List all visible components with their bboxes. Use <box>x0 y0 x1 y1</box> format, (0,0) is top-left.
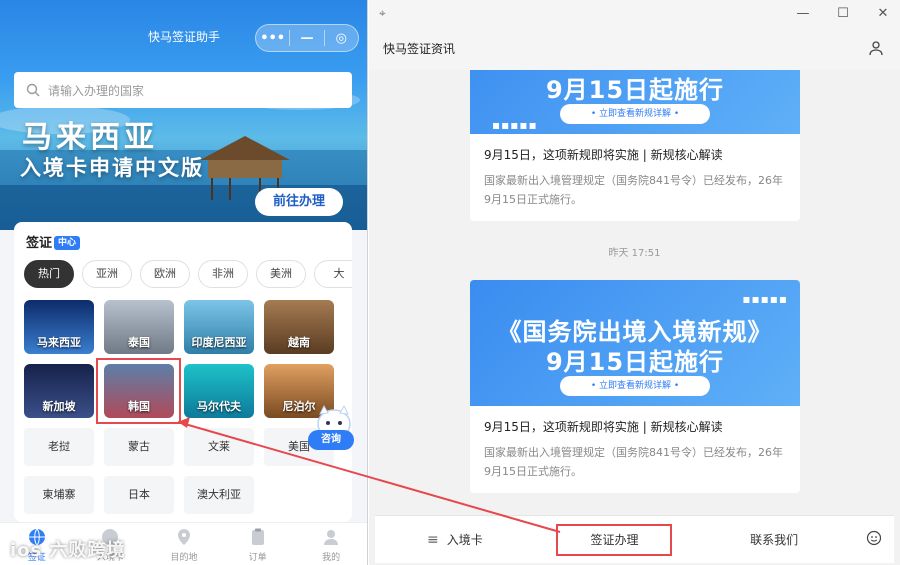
clipboard-icon <box>251 528 264 545</box>
country-tile-indonesia[interactable]: 印度尼西亚 <box>184 300 254 354</box>
search-placeholder: 请输入办理的国家 <box>48 83 145 98</box>
chat-title: 快马签证资讯 <box>383 42 456 56</box>
article-card[interactable]: ▪▪▪▪▪ 《国务院出境入境新规》 9月15日起施行 • 立即查看新规详解 • … <box>470 280 800 493</box>
go-apply-button[interactable]: 前往办理 <box>255 188 343 216</box>
country-label: 泰国 <box>128 336 150 349</box>
tab-label: 目的地 <box>170 553 198 563</box>
tab-mine[interactable]: 我的 <box>294 523 367 565</box>
country-tile-singapore[interactable]: 新加坡 <box>24 364 94 418</box>
banner-subtitle: 入境卡申请中文版 <box>20 155 204 180</box>
highlight-korea <box>96 358 181 424</box>
article-desc: 国家最新出入境管理规定（国务院841号令）已经发布，26年9月15日正式施行。 <box>484 174 783 206</box>
more-button[interactable]: ••• <box>256 31 289 46</box>
chip-oceania[interactable]: 大 <box>314 260 352 288</box>
highlight-visa-menu <box>556 524 672 556</box>
tab-destination[interactable]: 目的地 <box>147 523 221 565</box>
watermark-text: ios 六败跨境 <box>10 540 126 561</box>
cover-dots: ▪▪▪▪▪ <box>492 118 538 132</box>
menu-contact-us[interactable]: 联系我们 <box>694 531 854 548</box>
profile-icon[interactable] <box>868 40 884 56</box>
country-label: 越南 <box>288 336 310 349</box>
country-button-laos[interactable]: 老挝 <box>24 428 94 466</box>
chip-europe[interactable]: 欧洲 <box>140 260 190 288</box>
country-button-japan[interactable]: 日本 <box>104 476 174 514</box>
keyboard-toggle[interactable] <box>854 530 894 550</box>
menu-entry-card[interactable]: 入境卡 <box>375 531 535 548</box>
country-button-australia[interactable]: 澳大利亚 <box>184 476 254 514</box>
window-header: ⌖ — ☐ ✕ 快马签证资讯 <box>369 0 900 70</box>
visa-center-card: 签证 中心 热门 亚洲 欧洲 非洲 美洲大 马来西亚 泰国 印度尼西亚 越南 新加坡 <box>14 222 352 522</box>
smiley-icon <box>866 530 882 545</box>
consult-button[interactable]: 咨询 <box>308 430 354 450</box>
timestamp: 昨天 17:51 <box>608 248 661 259</box>
article-title: 9月15日，这项新规即将实施 | 新规核心解读 <box>484 420 723 434</box>
pin-icon[interactable]: ⌖ <box>379 6 386 21</box>
chip-asia[interactable]: 亚洲 <box>82 260 132 288</box>
minimize-button[interactable]: — <box>290 31 323 46</box>
article-cover: ▪▪▪▪▪ 9月15日起施行 • 立即查看新规详解 • <box>470 70 800 134</box>
cover-line2: 9月15日起施行 <box>545 348 725 376</box>
maximize-window-button[interactable]: ☐ <box>833 6 853 24</box>
country-tile-malaysia[interactable]: 马来西亚 <box>24 300 94 354</box>
country-tile-maldives[interactable]: 马尔代夫 <box>184 364 254 418</box>
country-button-cambodia[interactable]: 柬埔寨 <box>24 476 94 514</box>
country-tile-vietnam[interactable]: 越南 <box>264 300 334 354</box>
screen: 快马签证助手 ••• — ◎ 请输入办理的国家 马来西亚 入境卡申请中文版 前往… <box>0 0 900 565</box>
country-label: 新加坡 <box>42 400 76 413</box>
user-icon <box>324 530 339 545</box>
country-button-mongolia[interactable]: 蒙古 <box>104 428 174 466</box>
visa-center-title: 签证 中心 <box>26 232 81 251</box>
minimize-window-button[interactable]: — <box>793 6 813 24</box>
mini-program-panel: 快马签证助手 ••• — ◎ 请输入办理的国家 马来西亚 入境卡申请中文版 前往… <box>0 0 368 565</box>
country-button-brunei[interactable]: 文莱 <box>184 428 254 466</box>
cover-sub: • 立即查看新规详解 • <box>560 376 710 396</box>
cover-line2: 9月15日起施行 <box>545 76 725 104</box>
tab-label: 我的 <box>322 553 341 563</box>
message-list: ▪▪▪▪▪ 9月15日起施行 • 立即查看新规详解 • 9月15日，这项新规即将… <box>369 70 900 515</box>
close-miniapp-button[interactable]: ◎ <box>325 31 358 46</box>
country-label: 马来西亚 <box>37 336 81 349</box>
center-badge: 中心 <box>54 236 81 250</box>
search-icon <box>26 83 40 97</box>
visa-center-label: 签证 <box>26 236 53 251</box>
capsule-menu: ••• — ◎ <box>255 24 359 52</box>
article-card[interactable]: ▪▪▪▪▪ 9月15日起施行 • 立即查看新规详解 • 9月15日，这项新规即将… <box>470 70 800 221</box>
article-title: 9月15日，这项新规即将实施 | 新规核心解读 <box>484 148 723 162</box>
search-input[interactable]: 请输入办理的国家 <box>14 72 352 108</box>
chip-africa[interactable]: 非洲 <box>198 260 248 288</box>
close-window-button[interactable]: ✕ <box>873 6 893 24</box>
country-label: 马尔代夫 <box>197 400 241 413</box>
cover-sub: • 立即查看新规详解 • <box>560 104 710 124</box>
article-cover: ▪▪▪▪▪ 《国务院出境入境新规》 9月15日起施行 • 立即查看新规详解 • <box>470 280 800 406</box>
chip-hot[interactable]: 热门 <box>24 260 74 288</box>
tab-orders[interactable]: 订单 <box>221 523 295 565</box>
chat-window: ⌖ — ☐ ✕ 快马签证资讯 ▪▪▪▪▪ 9月15日起施行 • 立即查看新规详解… <box>369 0 900 565</box>
region-filter: 热门 亚洲 欧洲 非洲 美洲大 <box>24 260 352 290</box>
country-label: 印度尼西亚 <box>191 336 247 349</box>
cover-dots: ▪▪▪▪▪ <box>742 292 788 306</box>
tab-label: 订单 <box>248 553 267 563</box>
country-tile-thailand[interactable]: 泰国 <box>104 300 174 354</box>
banner-title: 马来西亚 <box>22 120 158 155</box>
chip-america[interactable]: 美洲 <box>256 260 306 288</box>
location-icon <box>177 529 190 545</box>
article-desc: 国家最新出入境管理规定（国务院841号令）已经发布，26年9月15日正式施行。 <box>484 446 783 478</box>
